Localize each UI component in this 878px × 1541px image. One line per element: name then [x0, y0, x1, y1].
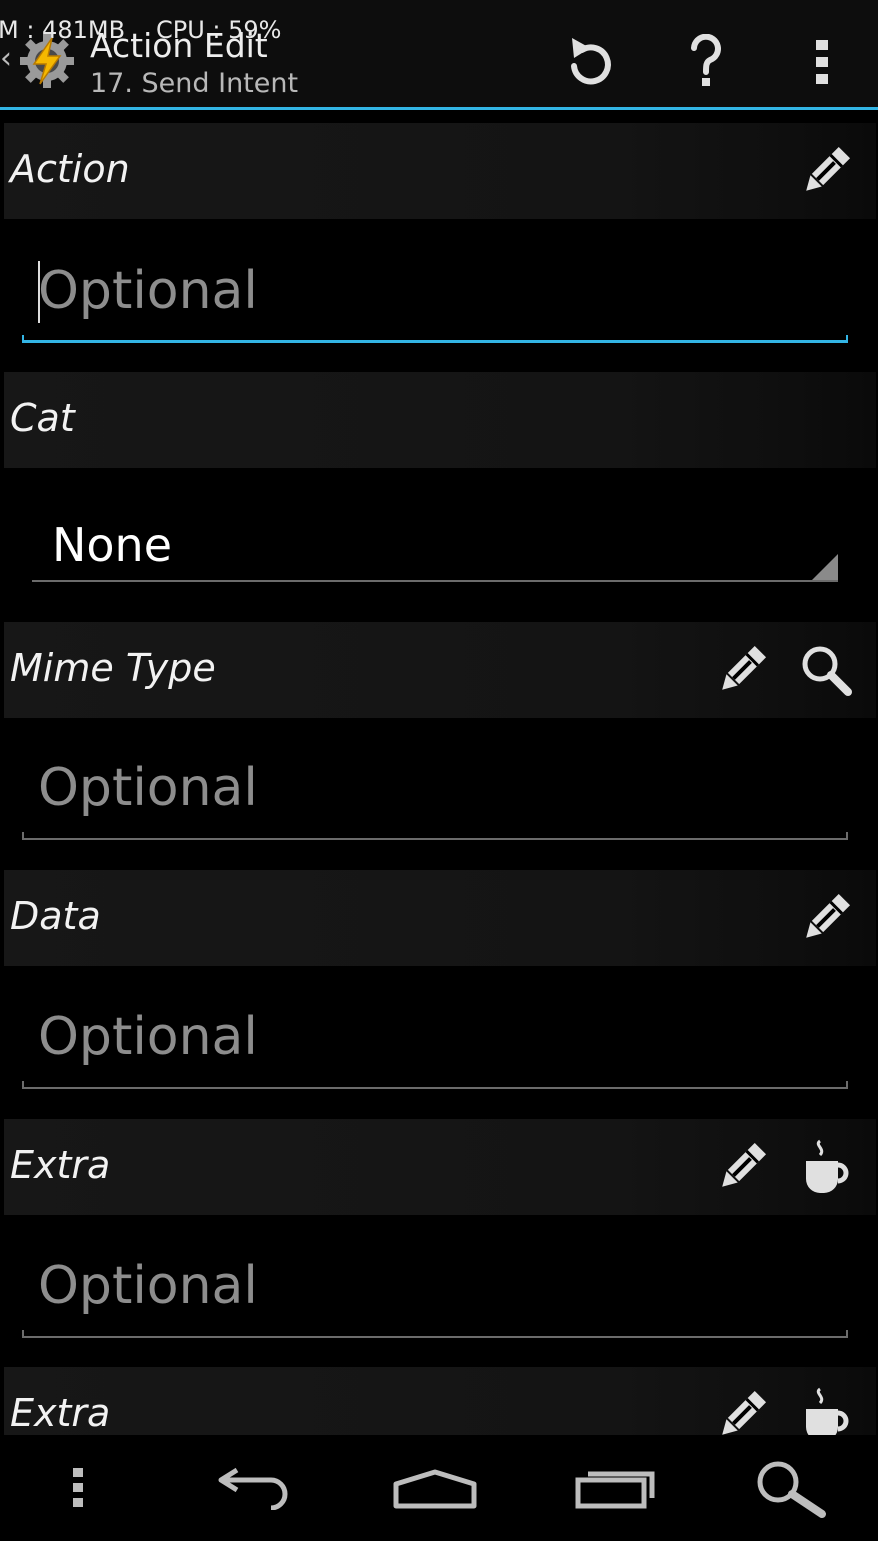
nav-menu-button[interactable] — [56, 1456, 100, 1520]
action-bar: M : 481MB CPU : 59% ‹ Action Edit 17. Se… — [0, 0, 878, 108]
section-header-extra-1: Extra — [4, 1119, 876, 1215]
nav-back-button[interactable] — [212, 1456, 298, 1520]
extra-2-edit-button[interactable] — [710, 1383, 774, 1435]
section-label-mime-type: Mime Type — [10, 646, 216, 690]
nav-home-button[interactable] — [390, 1456, 480, 1520]
menu-icon — [73, 1468, 83, 1507]
extra-1-text-field[interactable] — [22, 1242, 848, 1330]
action-edit-button[interactable] — [794, 139, 858, 203]
section-label-action: Action — [10, 147, 130, 191]
refresh-icon — [571, 38, 611, 85]
search-icon — [802, 646, 852, 696]
section-label-data: Data — [10, 894, 101, 938]
coffee-cup-icon — [806, 1139, 849, 1193]
pencil-icon — [806, 146, 851, 191]
nav-search-button[interactable] — [750, 1456, 830, 1520]
help-button[interactable] — [676, 32, 736, 92]
section-label-cat: Cat — [10, 396, 75, 440]
nav-recents-button[interactable] — [570, 1456, 658, 1520]
recents-icon — [575, 1471, 655, 1509]
mime-type-text-field[interactable] — [22, 744, 848, 832]
page-subtitle: 17. Send Intent — [90, 68, 299, 99]
section-header-action: Action — [4, 123, 876, 219]
pencil-icon — [722, 1142, 767, 1187]
dropdown-arrow-icon — [812, 554, 838, 580]
section-header-extra-2: Extra — [4, 1367, 876, 1435]
section-header-mime-type: Mime Type — [4, 622, 876, 718]
coffee-cup-icon — [806, 1387, 849, 1435]
data-text-field[interactable] — [22, 993, 848, 1081]
overflow-menu-icon — [816, 40, 828, 84]
action-text-field[interactable] — [22, 247, 848, 335]
mime-type-input-underline — [22, 832, 848, 840]
page-title: Action Edit — [90, 26, 268, 65]
back-icon — [218, 1467, 288, 1510]
mime-type-input[interactable] — [22, 744, 848, 840]
data-edit-button[interactable] — [794, 886, 858, 950]
mime-type-search-button[interactable] — [794, 638, 858, 702]
action-bar-divider — [0, 107, 878, 110]
section-label-extra-1: Extra — [10, 1143, 111, 1187]
revert-button[interactable] — [560, 32, 620, 92]
clip-region: Extra — [0, 1367, 878, 1435]
cat-spinner-underline — [32, 580, 838, 582]
section-header-cat: Cat — [4, 372, 876, 468]
pencil-icon — [722, 645, 767, 690]
navigation-bar — [0, 1436, 878, 1541]
extra-1-edit-button[interactable] — [710, 1135, 774, 1199]
home-icon — [393, 1469, 477, 1509]
tasker-app-icon[interactable] — [16, 30, 78, 92]
section-header-data: Data — [4, 870, 876, 966]
extra-1-coffee-button[interactable] — [794, 1135, 858, 1199]
cat-selected-value: None — [52, 518, 173, 572]
data-input[interactable] — [22, 993, 848, 1089]
search-icon — [757, 1461, 826, 1518]
text-cursor — [38, 261, 40, 323]
extra-1-input[interactable] — [22, 1242, 848, 1338]
extra-1-input-underline — [22, 1330, 848, 1338]
mime-type-edit-button[interactable] — [710, 638, 774, 702]
section-label-extra-2: Extra — [10, 1391, 111, 1435]
action-input-underline — [22, 335, 848, 343]
pencil-icon — [806, 893, 851, 938]
cat-spinner[interactable]: None — [32, 500, 838, 582]
overflow-menu-button[interactable] — [792, 32, 852, 92]
data-input-underline — [22, 1081, 848, 1089]
action-input[interactable] — [22, 247, 848, 343]
up-caret-icon[interactable]: ‹ — [0, 44, 12, 74]
help-icon — [691, 34, 721, 86]
pencil-icon — [722, 1390, 767, 1435]
extra-2-coffee-button[interactable] — [794, 1383, 858, 1435]
